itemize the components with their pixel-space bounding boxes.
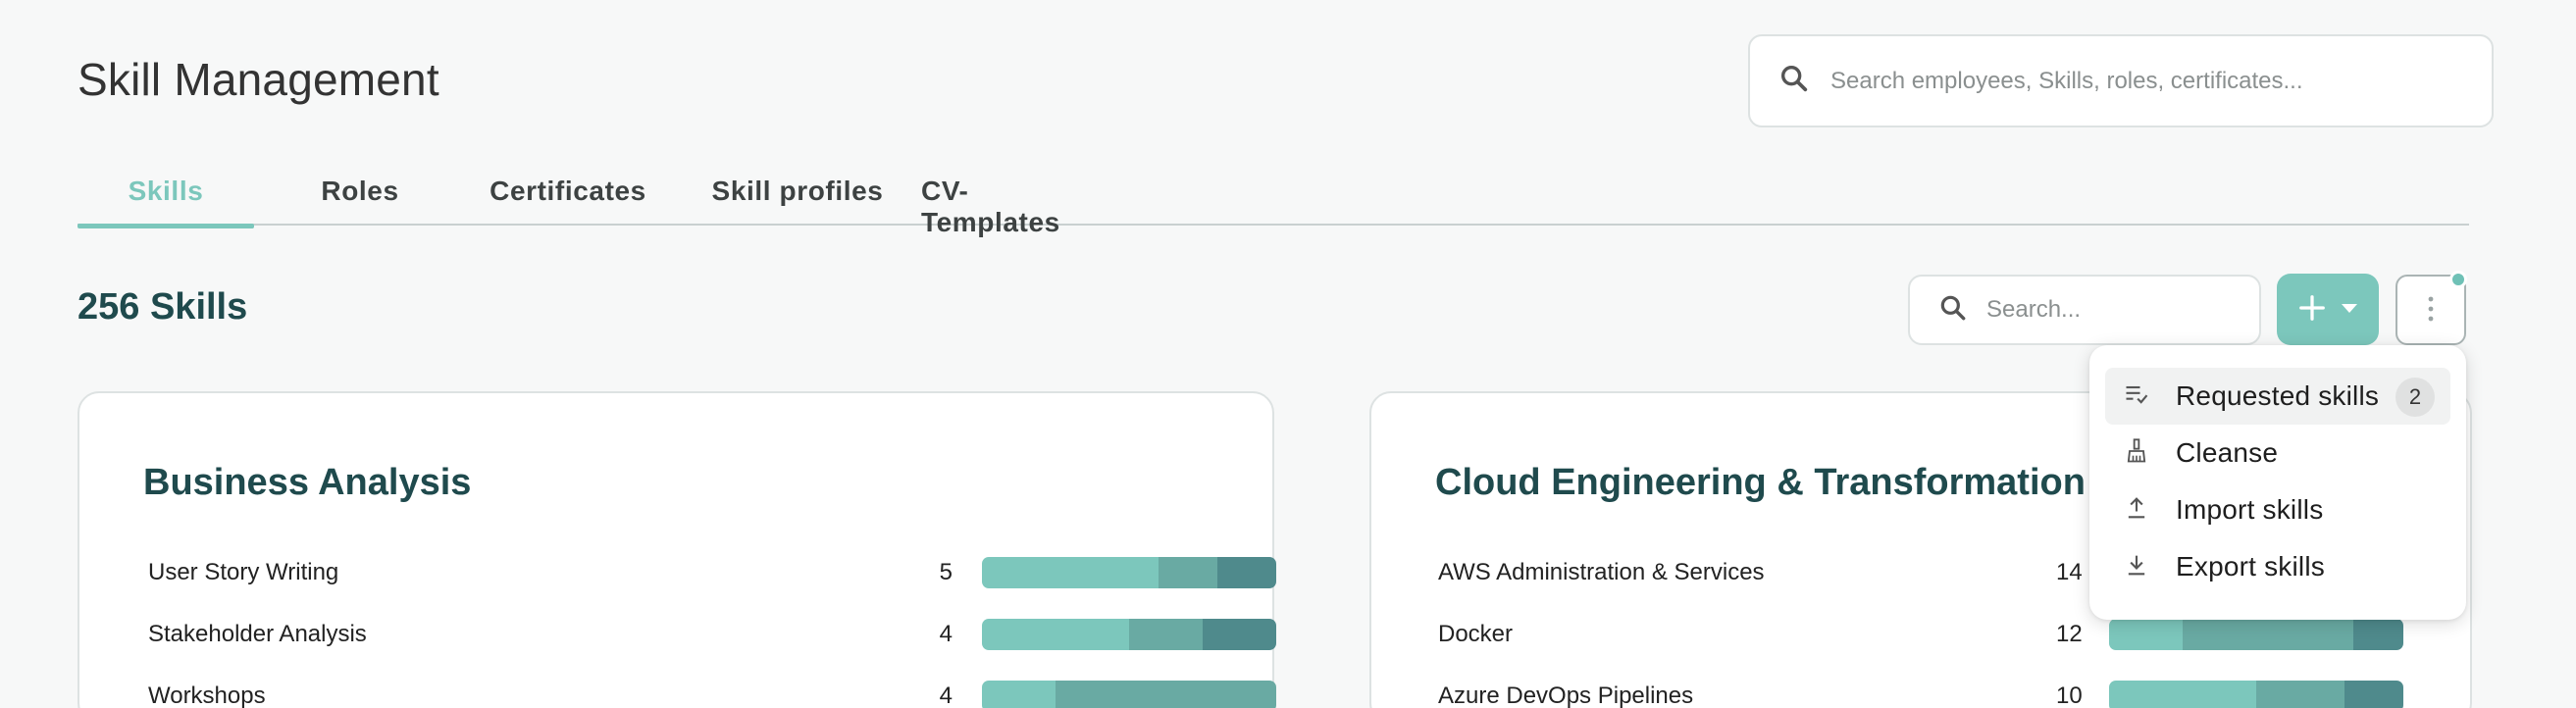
skill-count: 5 [939, 559, 953, 585]
menu-item-label: Requested skills [2176, 380, 2380, 411]
skill-level-segment-3 [1203, 619, 1276, 650]
skill-level-bar [982, 681, 1276, 708]
skill-level-segment-1 [2109, 681, 2256, 708]
skill-count: 10 [2056, 683, 2083, 708]
menu-item-requested-skills[interactable]: Requested skills 2 [2105, 368, 2450, 425]
global-search-input[interactable] [1830, 67, 2458, 95]
menu-item-import-skills[interactable]: Import skills [2105, 481, 2450, 538]
skill-level-segment-2 [2183, 619, 2353, 650]
caret-down-icon [2341, 302, 2358, 317]
skill-count: 4 [939, 621, 953, 647]
card-title: Business Analysis [143, 462, 472, 503]
global-search-box[interactable] [1748, 34, 2494, 127]
skill-level-segment-3 [2353, 619, 2403, 650]
menu-item-label: Cleanse [2176, 437, 2279, 468]
skill-level-segment-1 [982, 557, 1159, 588]
skill-row[interactable]: Workshops 4 [148, 680, 1276, 708]
page-title: Skill Management [77, 54, 439, 105]
skill-count: 4 [939, 683, 953, 708]
skill-level-bar [2109, 681, 2403, 708]
tab-cv-templates[interactable]: CV-Templates [921, 167, 1078, 237]
skill-level-bar [982, 557, 1276, 588]
skill-row[interactable]: User Story Writing 5 [148, 556, 1276, 589]
skill-category-card: Business Analysis User Story Writing 5 S… [77, 391, 1276, 708]
broom-icon [2123, 437, 2150, 470]
skill-level-segment-2 [1129, 619, 1203, 650]
tab-skill-profiles[interactable]: Skill profiles [706, 167, 889, 226]
skill-name: User Story Writing [148, 559, 339, 585]
skill-name: Stakeholder Analysis [148, 621, 367, 647]
notification-dot [2449, 271, 2467, 288]
skill-name: Workshops [148, 683, 266, 708]
skill-row[interactable]: Azure DevOps Pipelines 10 [1438, 680, 2429, 708]
skill-level-segment-2 [1159, 557, 1217, 588]
menu-item-export-skills[interactable]: Export skills [2105, 538, 2450, 595]
skill-name: Docker [1438, 621, 1514, 647]
skill-row[interactable]: Docker 12 [1438, 618, 2429, 651]
playlist-check-icon [2123, 380, 2150, 413]
skill-name: AWS Administration & Services [1438, 559, 1765, 585]
skill-level-segment-1 [982, 619, 1129, 650]
skill-level-segment-3 [2344, 681, 2403, 708]
card-title: Cloud Engineering & Transformation [1435, 462, 2086, 503]
tab-certificates[interactable]: Certificates [466, 167, 670, 226]
skill-level-segment-1 [2109, 619, 2183, 650]
skill-name: Azure DevOps Pipelines [1438, 683, 1694, 708]
skill-count: 12 [2056, 621, 2083, 647]
tab-roles[interactable]: Roles [254, 167, 466, 226]
skill-level-bar [982, 619, 1276, 650]
add-skill-button[interactable] [2277, 274, 2379, 345]
skill-row[interactable]: Stakeholder Analysis 4 [148, 618, 1276, 651]
skills-count-title: 256 Skills [77, 286, 248, 328]
menu-item-label: Export skills [2176, 551, 2325, 582]
more-vertical-icon [2426, 294, 2436, 327]
tab-skills[interactable]: Skills [77, 167, 254, 228]
skill-level-segment-2 [2256, 681, 2344, 708]
skill-level-segment-1 [982, 681, 1056, 708]
plus-icon [2297, 293, 2327, 326]
skill-level-segment-2 [1056, 681, 1276, 708]
menu-item-cleanse[interactable]: Cleanse [2105, 425, 2450, 481]
upload-icon [2123, 494, 2150, 527]
skill-level-bar [2109, 619, 2403, 650]
download-icon [2123, 551, 2150, 583]
tab-bar: Skills Roles Certificates Skill profiles… [77, 167, 2469, 237]
search-icon [1777, 62, 1811, 100]
menu-item-label: Import skills [2176, 494, 2324, 525]
more-options-menu: Requested skills 2 Cleanse Import skills… [2089, 345, 2466, 620]
requested-count-badge: 2 [2396, 378, 2435, 417]
search-icon [1937, 292, 1969, 329]
skill-level-segment-3 [1217, 557, 1276, 588]
skills-search-input[interactable] [1986, 296, 2222, 324]
skills-search-box[interactable] [1908, 275, 2261, 345]
